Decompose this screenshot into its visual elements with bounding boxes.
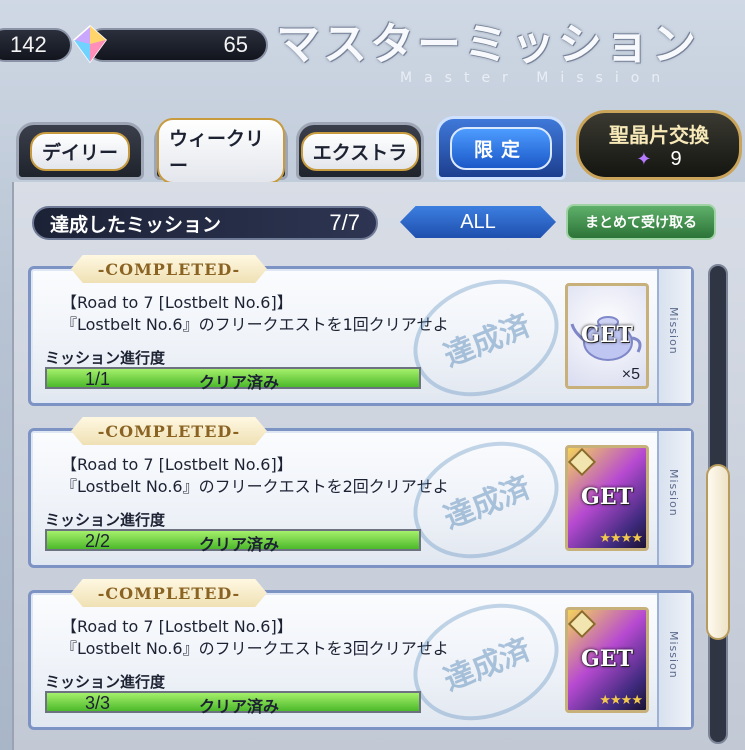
- tab-daily-label: デイリー: [29, 131, 130, 171]
- completed-ribbon: -COMPLETED-: [71, 255, 267, 283]
- filter-label: ALL: [460, 210, 496, 233]
- reward-item[interactable]: GET ★★★★: [565, 445, 649, 551]
- mission-title: 【Road to 7 [Lostbelt No.6]】: [61, 455, 293, 474]
- tab-daily[interactable]: デイリー: [16, 122, 144, 180]
- mission-description: 『Lostbelt No.6』のフリークエストを1回クリアせよ: [61, 315, 449, 334]
- reward-item[interactable]: GET ★★★★: [565, 607, 649, 713]
- mission-description: 『Lostbelt No.6』のフリークエストを3回クリアせよ: [61, 639, 449, 658]
- class-icon: [567, 609, 597, 639]
- side-tag-label: Mission: [667, 469, 680, 517]
- page-title: マスターミッション: [276, 19, 699, 70]
- achieved-stamp: 達成済: [395, 582, 577, 742]
- mission-tabs: デイリー ウィークリー エクストラ 限定 聖晶片交換 ✦ 9: [0, 110, 745, 190]
- mission-side-tag: Mission: [657, 593, 691, 727]
- class-icon: [567, 447, 597, 477]
- reward-quantity: ×5: [621, 366, 640, 383]
- mission-card[interactable]: -COMPLETED- 【Road to 7 [Lostbelt No.6]】 …: [28, 417, 694, 580]
- progress-label: ミッション進行度: [45, 349, 166, 367]
- rarity-stars: ★★★★: [599, 531, 643, 546]
- mission-description: 『Lostbelt No.6』のフリークエストを2回クリアせよ: [61, 477, 449, 496]
- mission-card[interactable]: -COMPLETED- 【Road to 7 [Lostbelt No.6]】 …: [28, 255, 694, 418]
- ap-value: 142: [10, 32, 47, 57]
- reward-get-label: GET: [581, 322, 633, 348]
- ap-counter: 142: [0, 28, 72, 62]
- reward-item[interactable]: GET ×5: [565, 283, 649, 389]
- receive-all-button[interactable]: まとめて受け取る: [566, 204, 716, 240]
- qp-counter: 65: [86, 28, 268, 62]
- completed-ribbon: -COMPLETED-: [71, 579, 267, 607]
- receive-all-label: まとめて受け取る: [585, 215, 697, 231]
- summary-count: 7/7: [329, 210, 360, 235]
- progress-label: ミッション進行度: [45, 511, 166, 529]
- achieved-stamp: 達成済: [395, 420, 577, 580]
- achieved-stamp: 達成済: [395, 258, 577, 418]
- tab-extra-label: エクストラ: [300, 131, 420, 171]
- tab-weekly-label: ウィークリー: [157, 118, 285, 184]
- tab-limited-label: 限定: [449, 126, 552, 170]
- saint-quartz-icon: [72, 25, 108, 64]
- completed-ribbon: -COMPLETED-: [71, 417, 267, 445]
- progress-ratio: 1/1: [85, 369, 111, 389]
- completed-missions-summary: 達成したミッション 7/7: [32, 206, 378, 240]
- cleared-text: クリア済み: [199, 697, 280, 716]
- tab-limited[interactable]: 限定: [436, 116, 566, 180]
- mission-title: 【Road to 7 [Lostbelt No.6]】: [61, 293, 293, 312]
- mission-side-tag: Mission: [657, 269, 691, 403]
- filter-button[interactable]: ALL: [400, 206, 556, 238]
- tab-extra[interactable]: エクストラ: [296, 122, 424, 180]
- exchange-label: 聖晶片交換: [609, 123, 709, 147]
- side-tag-label: Mission: [667, 307, 680, 355]
- rarity-stars: ★★★★: [599, 693, 643, 708]
- quartz-fragment-exchange-button[interactable]: 聖晶片交換 ✦ 9: [576, 110, 742, 180]
- quartz-fragment-icon: ✦: [636, 149, 652, 170]
- top-bar: 142 65 マスターミッション Master Mission: [0, 0, 745, 100]
- qp-value: 65: [223, 32, 248, 57]
- cleared-text: クリア済み: [199, 535, 280, 554]
- summary-label: 達成したミッション: [50, 213, 222, 236]
- page-subtitle: Master Mission: [400, 70, 673, 86]
- mission-title: 【Road to 7 [Lostbelt No.6]】: [61, 617, 293, 636]
- cleared-text: クリア済み: [199, 373, 280, 392]
- mission-card[interactable]: -COMPLETED- 【Road to 7 [Lostbelt No.6]】 …: [28, 579, 694, 742]
- reward-get-label: GET: [581, 484, 633, 510]
- mission-side-tag: Mission: [657, 431, 691, 565]
- side-tag-label: Mission: [667, 631, 680, 679]
- progress-label: ミッション進行度: [45, 673, 166, 691]
- progress-ratio: 2/2: [85, 531, 111, 551]
- exchange-count: 9: [670, 148, 682, 170]
- reward-get-label: GET: [581, 646, 633, 672]
- progress-ratio: 3/3: [85, 693, 111, 713]
- tab-weekly[interactable]: ウィークリー: [154, 118, 288, 184]
- scrollbar-thumb[interactable]: [706, 464, 730, 640]
